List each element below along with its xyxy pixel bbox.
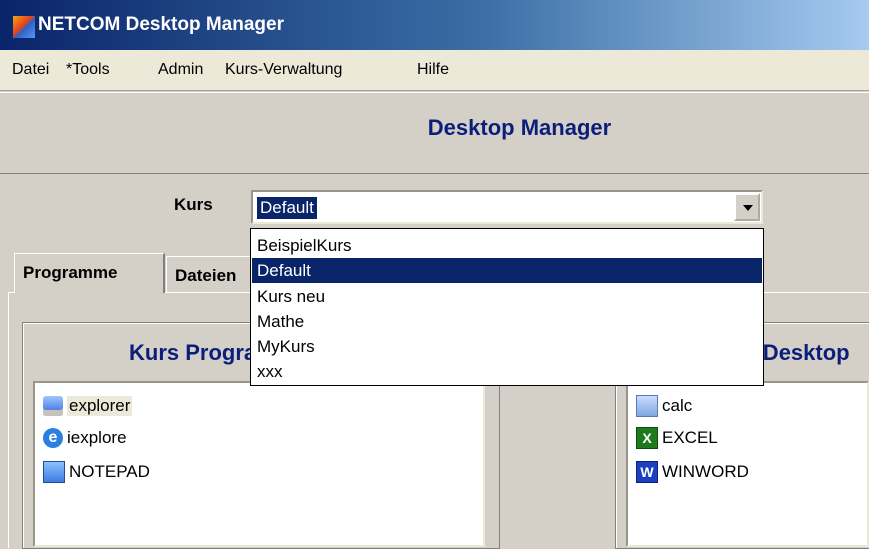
list-item[interactable]: W WINWORD (636, 459, 749, 485)
app-icon (12, 15, 36, 39)
list-item[interactable]: e iexplore (43, 425, 127, 451)
list-item-label: explorer (67, 396, 133, 416)
list-item-label: WINWORD (662, 462, 749, 481)
calc-icon (636, 395, 658, 417)
list-item-label: calc (662, 396, 693, 415)
list-item[interactable]: X EXCEL (636, 425, 718, 451)
dropdown-option-default[interactable]: Default (252, 258, 762, 283)
excel-icon: X (636, 427, 658, 449)
chevron-down-icon (743, 205, 753, 211)
menu-tools[interactable]: *Tools (66, 61, 110, 79)
dropdown-option-mykurs[interactable]: MyKurs (252, 334, 762, 359)
kurs-programme-list[interactable]: explorer e iexplore NOTEPAD (33, 381, 485, 547)
kurs-combobox[interactable]: Default (251, 190, 763, 224)
word-icon: W (636, 461, 658, 483)
menu-admin[interactable]: Admin (158, 61, 203, 79)
list-item-label: NOTEPAD (69, 462, 150, 481)
list-item[interactable]: explorer (43, 393, 133, 419)
explorer-icon (43, 396, 63, 416)
dropdown-option-mathe[interactable]: Mathe (252, 309, 762, 334)
dropdown-option-beispielkurs[interactable]: BeispielKurs (252, 233, 762, 258)
dropdown-button[interactable] (734, 193, 760, 221)
window-title: NETCOM Desktop Manager (38, 14, 284, 35)
dropdown-option-kurs-neu[interactable]: Kurs neu (252, 284, 762, 309)
dropdown-option-xxx[interactable]: xxx (252, 359, 762, 384)
menu-datei[interactable]: Datei (12, 61, 49, 79)
page-title: Desktop Manager (427, 115, 612, 140)
menu-kurs-verwaltung[interactable]: Kurs-Verwaltung (225, 61, 342, 79)
list-item[interactable]: calc (636, 393, 692, 419)
kurs-label: Kurs (174, 195, 213, 214)
schueler-desktop-list[interactable]: calc X EXCEL W WINWORD (626, 381, 869, 547)
iexplore-icon: e (43, 428, 63, 448)
list-item-label: iexplore (67, 428, 127, 447)
menu-bar: Datei *Tools Admin Kurs-Verwaltung Hilfe (0, 50, 869, 91)
kurs-dropdown-list: BeispielKurs Default Kurs neu Mathe MyKu… (250, 228, 764, 386)
kurs-combobox-value: Default (257, 197, 317, 219)
header-area: Desktop Manager (0, 92, 869, 174)
list-item-label: EXCEL (662, 428, 718, 447)
list-item[interactable]: NOTEPAD (43, 459, 150, 485)
tab-programme[interactable]: Programme (14, 253, 165, 293)
menu-hilfe[interactable]: Hilfe (417, 61, 449, 79)
title-bar: NETCOM Desktop Manager (0, 0, 869, 50)
notepad-icon (43, 461, 65, 483)
